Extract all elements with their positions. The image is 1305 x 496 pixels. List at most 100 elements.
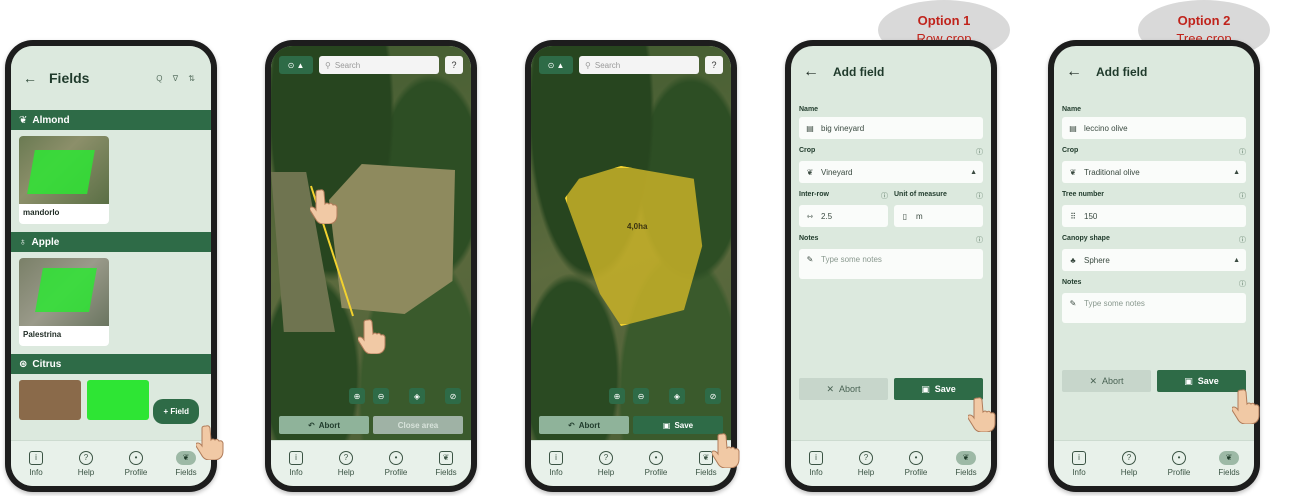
save-icon: ▣	[921, 383, 930, 394]
field-thumbnail[interactable]	[87, 380, 149, 420]
close-icon: ✕	[1089, 375, 1098, 386]
field-card-palestrina[interactable]: Palestrina	[19, 258, 109, 346]
unit-field[interactable]: ▯ m	[894, 205, 983, 227]
search-filter-sort-icons[interactable]: Q ∇ ⇅	[156, 74, 199, 83]
nav-profile[interactable]: • Profile	[894, 450, 938, 477]
info-icon[interactable]: ⓘ	[881, 191, 888, 201]
nav-label: Help	[77, 467, 95, 477]
name-field[interactable]: ▤ leccino olive	[1062, 117, 1246, 139]
nav-label: Profile	[644, 467, 668, 477]
nav-label: Help	[597, 467, 615, 477]
zoom-in-icon[interactable]: ⊕	[609, 388, 625, 404]
info-icon[interactable]: ⓘ	[976, 235, 983, 245]
info-icon[interactable]: ⓘ	[1239, 147, 1246, 157]
info-icon[interactable]: ⓘ	[1239, 191, 1246, 201]
hand-pointer-icon	[358, 318, 388, 354]
nav-help[interactable]: ? Help	[844, 450, 888, 477]
search-icon: ⚲	[325, 60, 331, 70]
center-icon[interactable]: ◈	[669, 388, 685, 404]
nav-fields[interactable]: ❦ Fields	[1207, 450, 1251, 477]
text-icon: ▤	[1069, 123, 1077, 133]
caret-up-icon: ▲	[1233, 256, 1240, 264]
nav-info[interactable]: i Info	[534, 450, 578, 477]
screen-map: ⊙ ▲ ⚲ Search ? ⊕ ⊖ ◈ ⊘ ↶ Abort Close area …	[271, 46, 471, 486]
search-input[interactable]: ⚲ Search	[319, 56, 439, 74]
save-button[interactable]: ▣ Save	[633, 416, 723, 434]
compass-icon[interactable]: ⊘	[445, 388, 461, 404]
zoom-out-icon[interactable]: ⊖	[633, 388, 649, 404]
crop-select[interactable]: ❦ Vineyard ▲	[799, 161, 983, 183]
caret-up-icon: ▲	[970, 168, 977, 176]
canopy-select[interactable]: ♣ Sphere ▲	[1062, 249, 1246, 271]
field-card-mandorlo[interactable]: mandorlo	[19, 136, 109, 224]
nav-info[interactable]: i Info	[274, 450, 318, 477]
notes-field[interactable]: ✎ Type some notes	[1062, 293, 1246, 323]
label-text: Name	[799, 106, 819, 113]
info-icon[interactable]: ⓘ	[976, 147, 983, 157]
profile-icon: •	[909, 450, 923, 465]
nav-profile[interactable]: • Profile	[114, 450, 158, 477]
nav-fields[interactable]: ❦ Fields	[944, 450, 988, 477]
nav-profile[interactable]: • Profile	[374, 450, 418, 477]
notes-icon: ✎	[1069, 299, 1077, 308]
back-arrow-icon[interactable]: ←	[1066, 63, 1082, 81]
help-button[interactable]: ?	[705, 56, 723, 74]
nav-label: Fields	[1218, 467, 1240, 477]
add-field-button[interactable]: + Field	[153, 399, 199, 424]
back-arrow-icon[interactable]: ←	[23, 70, 37, 86]
nav-help[interactable]: ? Help	[1107, 450, 1151, 477]
abort-button[interactable]: ✕ Abort	[1062, 370, 1151, 392]
nav-help[interactable]: ? Help	[324, 450, 368, 477]
nav-info[interactable]: i Info	[14, 450, 58, 477]
zoom-in-icon[interactable]: ⊕	[349, 388, 365, 404]
width-icon: ⇿	[806, 211, 814, 221]
field-polygon[interactable]	[565, 166, 703, 326]
canopy-label: Canopy shape ⓘ	[1062, 235, 1246, 245]
abort-button[interactable]: ✕ Abort	[799, 378, 888, 400]
search-input[interactable]: ⚲ Search	[579, 56, 699, 74]
nav-fields[interactable]: ❦ Fields	[424, 450, 468, 477]
info-icon[interactable]: ⓘ	[1239, 235, 1246, 245]
zoom-out-icon[interactable]: ⊖	[373, 388, 389, 404]
info-icon[interactable]: ⓘ	[976, 191, 983, 201]
nav-label: Fields	[175, 467, 197, 477]
location-icon[interactable]: ⊙ ▲	[279, 56, 313, 74]
section-citrus[interactable]: ⊛ Citrus	[11, 354, 211, 374]
abort-button[interactable]: ↶ Abort	[539, 416, 629, 434]
abort-label: Abort	[839, 384, 861, 394]
nav-profile[interactable]: • Profile	[1157, 450, 1201, 477]
page-title: Add field	[1096, 65, 1148, 79]
undo-icon: ↶	[307, 420, 315, 430]
info-icon: i	[549, 450, 563, 465]
label-text: Canopy shape	[1062, 235, 1110, 242]
help-button[interactable]: ?	[445, 56, 463, 74]
tree-number-field[interactable]: ⠿ 150	[1062, 205, 1246, 227]
center-icon[interactable]: ◈	[409, 388, 425, 404]
section-almond[interactable]: ❦ Almond	[11, 110, 211, 130]
nav-label: Info	[1072, 467, 1086, 477]
nav-info[interactable]: i Info	[794, 450, 838, 477]
nav-profile[interactable]: • Profile	[634, 450, 678, 477]
section-apple[interactable]: ♁ Apple	[11, 232, 211, 252]
nav-help[interactable]: ? Help	[584, 450, 628, 477]
info-icon: i	[1072, 450, 1086, 465]
notes-placeholder: Type some notes	[821, 255, 882, 264]
hand-pointer-icon	[196, 424, 226, 460]
location-icon[interactable]: ⊙ ▲	[539, 56, 573, 74]
notes-field[interactable]: ✎ Type some notes	[799, 249, 983, 279]
interrow-field[interactable]: ⇿ 2.5	[799, 205, 888, 227]
crop-select[interactable]: ❦ Traditional olive ▲	[1062, 161, 1246, 183]
close-area-button[interactable]: Close area	[373, 416, 463, 434]
name-field[interactable]: ▤ big vineyard	[799, 117, 983, 139]
save-label: Save	[1197, 376, 1219, 386]
nav-label: Info	[289, 467, 303, 477]
field-thumbnail[interactable]	[19, 380, 81, 420]
nav-info[interactable]: i Info	[1057, 450, 1101, 477]
info-icon[interactable]: ⓘ	[1239, 279, 1246, 289]
nav-help[interactable]: ? Help	[64, 450, 108, 477]
compass-icon[interactable]: ⊘	[705, 388, 721, 404]
label-text: Unit of measure	[894, 191, 947, 198]
back-arrow-icon[interactable]: ←	[803, 63, 819, 81]
almond-icon: ❦	[19, 114, 28, 126]
abort-button[interactable]: ↶ Abort	[279, 416, 369, 434]
